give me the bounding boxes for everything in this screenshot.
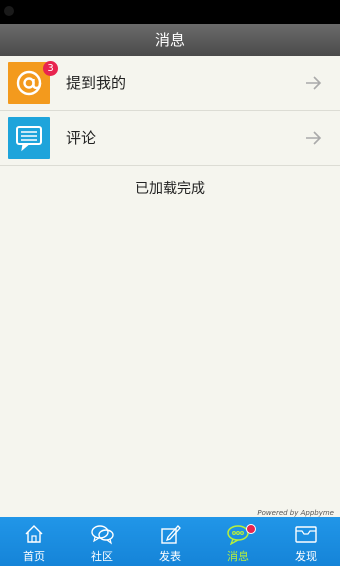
tab-community[interactable]: 社区: [68, 517, 136, 566]
tab-label: 发现: [295, 550, 317, 563]
tab-compose[interactable]: 发表: [136, 517, 204, 566]
notification-dot: [246, 524, 256, 534]
app-screen: 消息 提到我的 评论 3 已加载完成 Powered by Appbyme 首页…: [0, 0, 340, 566]
tab-discover[interactable]: 发现: [272, 517, 340, 566]
tab-label: 消息: [227, 550, 249, 563]
status-bar: [0, 0, 340, 24]
discover-icon: [295, 526, 317, 543]
tab-label: 社区: [91, 550, 113, 563]
load-status-text: 已加载完成: [135, 181, 205, 197]
tab-home[interactable]: 首页: [0, 517, 68, 566]
unread-badge: 3: [43, 61, 58, 76]
chevron-right-icon: [306, 76, 322, 90]
compose-icon: [161, 525, 181, 544]
tab-messages[interactable]: 消息: [204, 517, 272, 566]
tab-label: 发表: [159, 550, 181, 563]
comment-icon: [8, 117, 50, 159]
list-item-label: 提到我的: [66, 74, 127, 92]
list-item-comments[interactable]: 评论: [0, 111, 340, 166]
tab-label: 首页: [23, 550, 45, 563]
chevron-right-icon: [306, 131, 322, 145]
powered-by-text: Powered by Appbyme: [257, 509, 334, 517]
page-title: 消息: [0, 24, 340, 56]
list-item-label: 评论: [66, 129, 97, 147]
home-icon: [25, 525, 43, 543]
bottom-tab-bar: 首页 社区 发表 消息 发现: [0, 517, 340, 566]
status-indicator-icon: [4, 6, 14, 16]
community-icon: [91, 525, 114, 545]
